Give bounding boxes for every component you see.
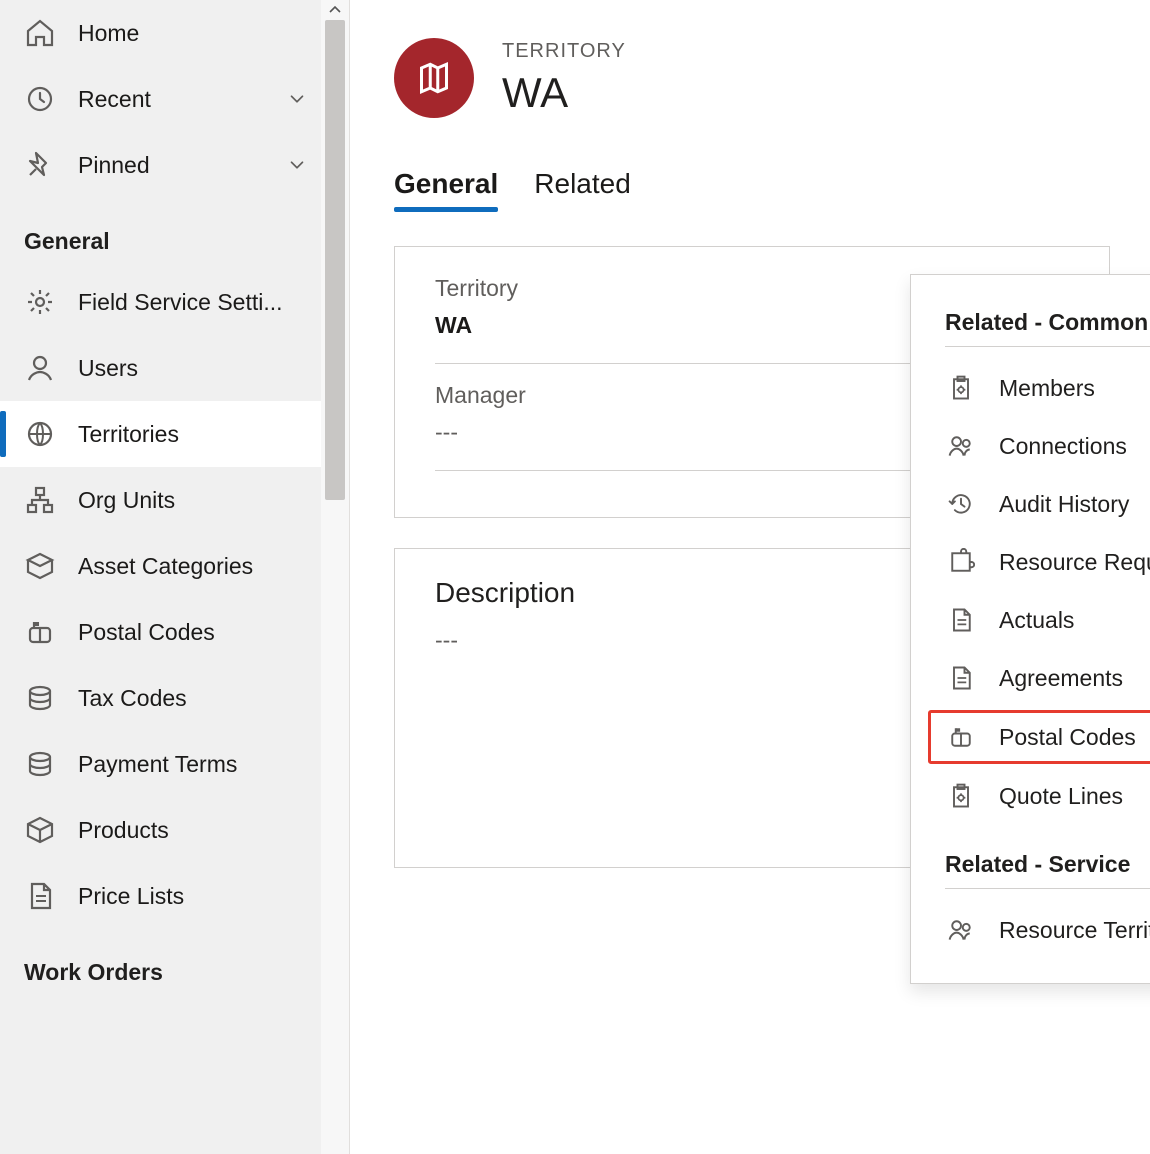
coins-icon bbox=[24, 748, 56, 780]
clipboard-gear-icon bbox=[945, 780, 977, 812]
scroll-up-icon[interactable] bbox=[321, 0, 349, 18]
sidebar-item-label: Pinned bbox=[78, 152, 261, 179]
sidebar-item-label: Postal Codes bbox=[78, 619, 311, 646]
sidebar-item-label: Asset Categories bbox=[78, 553, 311, 580]
sidebar-item-price-lists[interactable]: Price Lists bbox=[0, 863, 321, 929]
globe-icon bbox=[24, 418, 56, 450]
doc-icon bbox=[945, 604, 977, 636]
clock-icon bbox=[24, 83, 56, 115]
menu-item-label: Postal Codes bbox=[999, 724, 1136, 751]
sidebar-item-field-service-settings[interactable]: Field Service Setti... bbox=[0, 269, 321, 335]
box-stack-icon bbox=[24, 550, 56, 582]
menu-item-actuals[interactable]: Actuals bbox=[911, 591, 1150, 649]
sidebar-item-tax-codes[interactable]: Tax Codes bbox=[0, 665, 321, 731]
record-header: TERRITORY WA bbox=[394, 38, 1110, 118]
territory-icon bbox=[394, 38, 474, 118]
menu-item-audit-history[interactable]: Audit History bbox=[911, 475, 1150, 533]
tab-related[interactable]: Related bbox=[534, 168, 631, 212]
sidebar-item-label: Org Units bbox=[78, 487, 311, 514]
mailbox-icon bbox=[945, 721, 977, 753]
sidebar-item-asset-categories[interactable]: Asset Categories bbox=[0, 533, 321, 599]
menu-item-members[interactable]: Members bbox=[911, 359, 1150, 417]
mailbox-icon bbox=[24, 616, 56, 648]
sidebar-group-general: General bbox=[0, 198, 349, 269]
menu-item-label: Actuals bbox=[999, 607, 1074, 634]
sidebar-item-label: Tax Codes bbox=[78, 685, 311, 712]
pin-icon bbox=[24, 149, 56, 181]
sidebar-item-label: Products bbox=[78, 817, 311, 844]
doc-icon bbox=[945, 662, 977, 694]
sidebar-item-label: Field Service Setti... bbox=[78, 289, 311, 316]
sidebar-item-home[interactable]: Home bbox=[0, 0, 321, 66]
menu-section-common: Related - Common bbox=[945, 297, 1150, 347]
sidebar-item-pinned[interactable]: Pinned bbox=[0, 132, 321, 198]
menu-item-resource-territories[interactable]: Resource Territories bbox=[911, 901, 1150, 959]
sidebar-group-work-orders: Work Orders bbox=[0, 929, 349, 1000]
sidebar-item-territories[interactable]: Territories bbox=[0, 401, 321, 467]
history-icon bbox=[945, 488, 977, 520]
sidebar-item-payment-terms[interactable]: Payment Terms bbox=[0, 731, 321, 797]
scrollbar-thumb[interactable] bbox=[325, 20, 345, 500]
entity-label: TERRITORY bbox=[502, 40, 626, 63]
menu-item-postal-codes[interactable]: Postal Codes bbox=[929, 711, 1150, 763]
sidebar-item-users[interactable]: Users bbox=[0, 335, 321, 401]
puzzle-icon bbox=[945, 546, 977, 578]
clipboard-gear-icon bbox=[945, 372, 977, 404]
people-icon bbox=[945, 914, 977, 946]
sidebar-item-label: Recent bbox=[78, 86, 261, 113]
record-title: WA bbox=[502, 69, 626, 117]
sidebar-item-label: Home bbox=[78, 20, 311, 47]
menu-item-label: Agreements bbox=[999, 665, 1123, 692]
sidebar: Home Recent Pinned General Field Service… bbox=[0, 0, 350, 1154]
sidebar-item-label: Payment Terms bbox=[78, 751, 311, 778]
people-icon bbox=[945, 430, 977, 462]
menu-item-label: Audit History bbox=[999, 491, 1129, 518]
menu-item-label: Resource Territories bbox=[999, 917, 1150, 944]
org-icon bbox=[24, 484, 56, 516]
sidebar-item-label: Users bbox=[78, 355, 311, 382]
home-icon bbox=[24, 17, 56, 49]
menu-item-label: Resource Requirements bbox=[999, 549, 1150, 576]
sidebar-item-products[interactable]: Products bbox=[0, 797, 321, 863]
related-menu: Related - Common Members Connections Aud… bbox=[910, 274, 1150, 984]
gear-icon bbox=[24, 286, 56, 318]
chevron-down-icon bbox=[283, 88, 311, 110]
menu-item-label: Connections bbox=[999, 433, 1127, 460]
sidebar-item-postal-codes[interactable]: Postal Codes bbox=[0, 599, 321, 665]
menu-item-label: Members bbox=[999, 375, 1095, 402]
cube-icon bbox=[24, 814, 56, 846]
chevron-down-icon bbox=[283, 154, 311, 176]
menu-item-resource-requirements[interactable]: Resource Requirements bbox=[911, 533, 1150, 591]
sidebar-item-org-units[interactable]: Org Units bbox=[0, 467, 321, 533]
menu-item-connections[interactable]: Connections bbox=[911, 417, 1150, 475]
sidebar-item-label: Territories bbox=[78, 421, 311, 448]
coins-icon bbox=[24, 682, 56, 714]
menu-item-label: Quote Lines bbox=[999, 783, 1123, 810]
sidebar-item-label: Price Lists bbox=[78, 883, 311, 910]
doc-icon bbox=[24, 880, 56, 912]
sidebar-scrollbar[interactable] bbox=[321, 0, 349, 1154]
menu-item-agreements[interactable]: Agreements bbox=[911, 649, 1150, 707]
user-icon bbox=[24, 352, 56, 384]
menu-item-quote-lines[interactable]: Quote Lines bbox=[911, 767, 1150, 825]
main-content: TERRITORY WA General Related Territory W… bbox=[350, 0, 1150, 1154]
menu-section-service: Related - Service bbox=[945, 839, 1150, 889]
tab-general[interactable]: General bbox=[394, 168, 498, 212]
tabs: General Related bbox=[394, 168, 1110, 212]
sidebar-item-recent[interactable]: Recent bbox=[0, 66, 321, 132]
